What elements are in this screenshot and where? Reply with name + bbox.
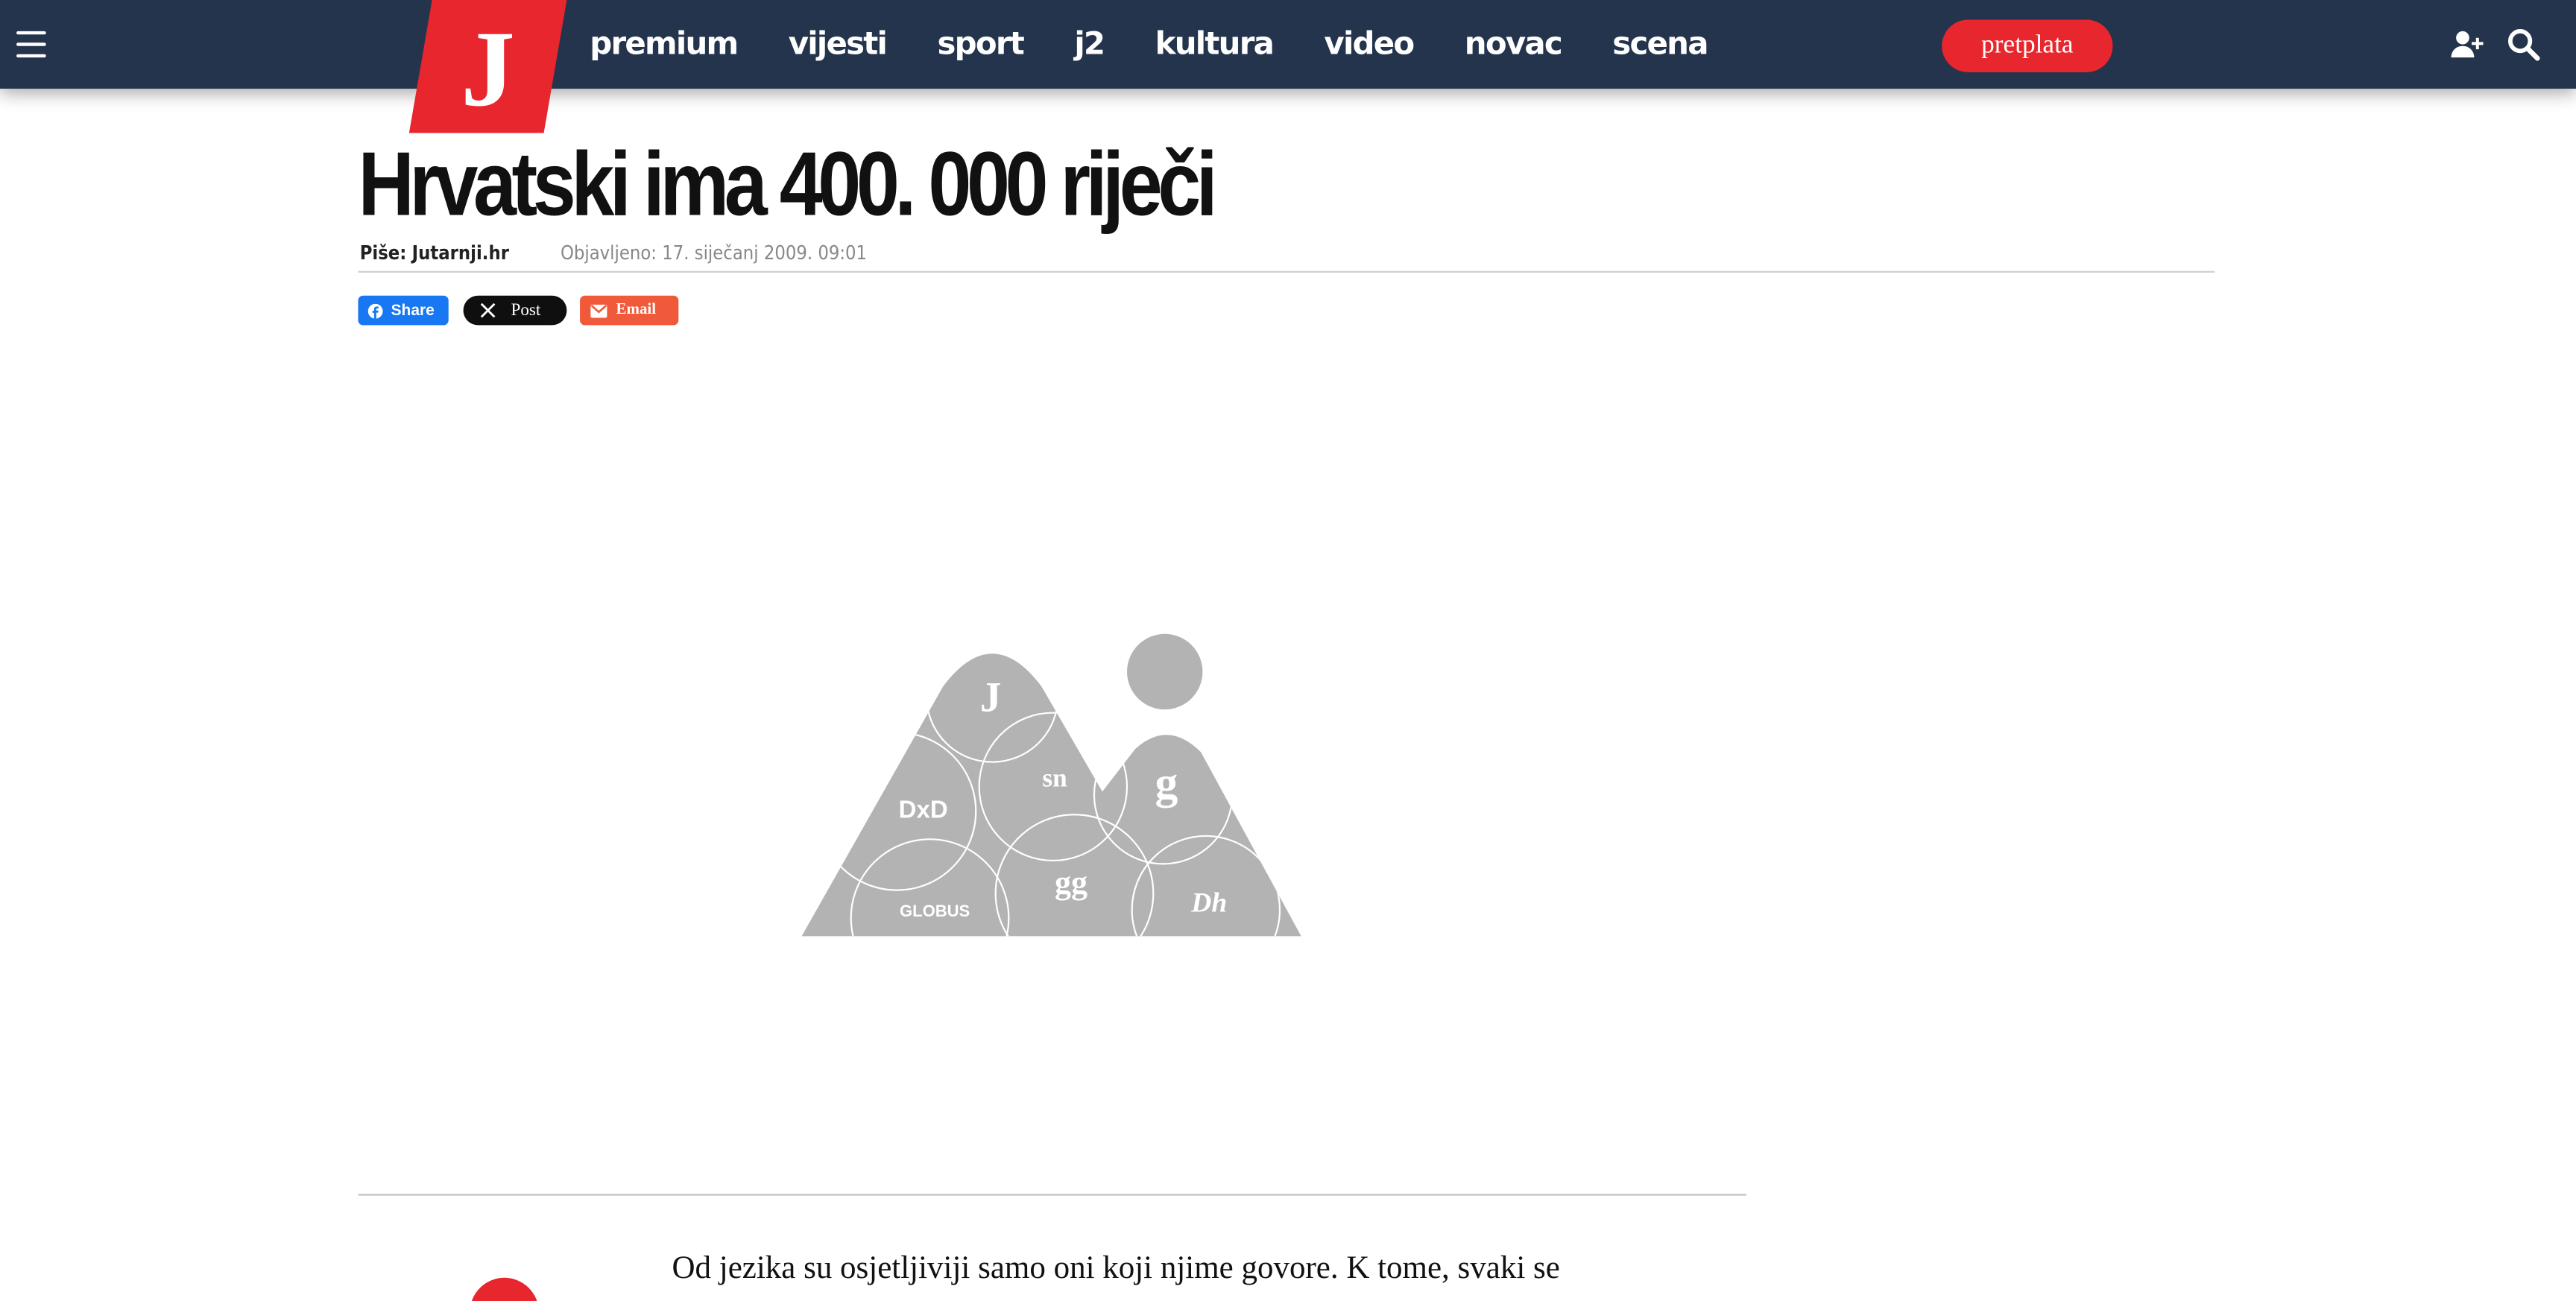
facebook-icon [367,303,383,318]
email-share-button[interactable]: Email [580,295,679,326]
article-title: Hrvatski ima 400. 000 riječi [358,133,1217,235]
x-icon [480,303,496,318]
publish-date: Objavljeno: 17. siječanj 2009. 09:01 [560,241,868,265]
email-icon [590,303,607,317]
image-placeholder: J sn g DxD gg GLOBUS Dh [798,630,1304,939]
placeholder-mark-dh: Dh [1190,887,1227,918]
placeholder-mark-globus: GLOBUS [900,902,970,920]
placeholder-mark-gg: gg [1055,864,1087,901]
nav-item-video[interactable]: video [1324,26,1415,62]
divider [358,270,2215,273]
nav-item-vijesti[interactable]: vijesti [789,26,888,62]
nav-item-novac[interactable]: novac [1465,26,1563,62]
placeholder-mark-g: g [1155,758,1178,808]
subscribe-button[interactable]: pretplata [1942,19,2113,72]
site-logo[interactable]: J [408,0,567,133]
search-icon[interactable] [2505,26,2541,62]
image-bottom-divider [358,1194,1746,1196]
svg-text:J: J [461,9,515,129]
author-avatar [470,1277,539,1301]
placeholder-mark-dxd: DxD [899,797,948,824]
nav-item-premium[interactable]: premium [590,26,739,62]
article-meta: Piše: Jutarnji.hr Objavljeno: 17. siječa… [360,241,867,265]
email-share-label: Email [616,302,657,319]
nav-item-j2[interactable]: j2 [1074,26,1105,62]
article-lead: Od jezika su osjetljiviji samo oni koji … [672,1251,1560,1286]
nav-item-scena[interactable]: scena [1612,26,1708,62]
author-label: Piše: [359,241,407,265]
facebook-share-label: Share [391,301,435,320]
facebook-share-button[interactable]: Share [358,295,449,326]
x-post-label: Post [511,301,541,320]
author-name[interactable]: Jutarnji.hr [412,241,509,265]
top-navigation-bar: premium vijesti sport j2 kultura video n… [0,0,2576,89]
placeholder-mark-j: J [980,674,1002,721]
add-user-icon[interactable] [2449,26,2485,62]
main-nav: premium vijesti sport j2 kultura video n… [590,0,1758,89]
nav-item-kultura[interactable]: kultura [1155,26,1275,62]
x-post-button[interactable]: Post [463,295,567,326]
sun-shape [1127,633,1203,710]
menu-icon[interactable] [16,31,46,58]
placeholder-mark-sn: sn [1042,764,1067,793]
nav-item-sport[interactable]: sport [937,26,1024,62]
